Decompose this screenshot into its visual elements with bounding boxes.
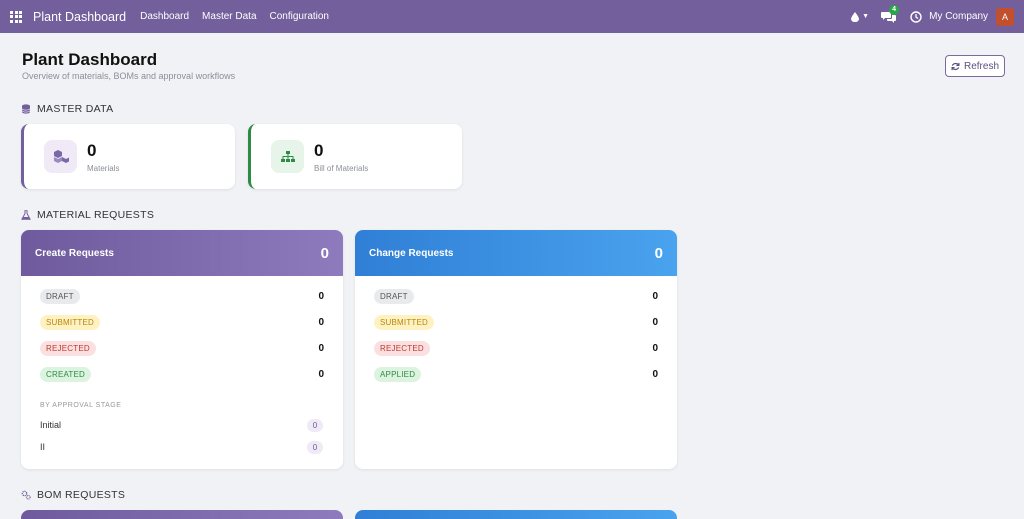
panel-count: 0 [654, 244, 663, 262]
bom-card[interactable]: 0 Bill of Materials [248, 124, 462, 189]
bom-change-panel[interactable] [355, 510, 677, 519]
menu-item-dashboard[interactable]: Dashboard [140, 11, 189, 22]
bom-label: Bill of Materials [314, 164, 369, 173]
state-row[interactable]: REJECTED 0 [40, 339, 324, 357]
state-row[interactable]: CREATED 0 [40, 365, 324, 383]
change-requests-header[interactable]: Change Requests 0 [355, 230, 677, 276]
hierarchy-icon [271, 140, 304, 173]
state-count: 0 [652, 342, 658, 354]
state-count: 0 [318, 342, 324, 354]
main-menu: Dashboard Master Data Configuration [140, 11, 329, 22]
page-subtitle: Overview of materials, BOMs and approval… [22, 71, 236, 81]
section-title-label: MASTER DATA [37, 103, 114, 115]
status-badge: DRAFT [40, 288, 80, 304]
state-row[interactable]: SUBMITTED 0 [40, 313, 324, 331]
approval-stage-heading: BY APPROVAL STAGE [40, 402, 122, 409]
state-count: 0 [318, 368, 324, 380]
section-bom-requests: BOM REQUESTS [21, 489, 125, 501]
state-count: 0 [652, 316, 658, 328]
section-title-label: MATERIAL REQUESTS [37, 209, 155, 221]
cubes-icon [44, 140, 77, 173]
chevron-down-icon[interactable]: ▼ [862, 13, 869, 20]
section-material-requests: MATERIAL REQUESTS [21, 209, 154, 221]
create-requests-panel: Create Requests 0 DRAFT 0 SUBMITTED 0 RE… [21, 230, 343, 469]
panel-title: Create Requests [35, 247, 114, 259]
status-badge: DRAFT [374, 288, 414, 304]
clock-icon[interactable] [910, 10, 922, 23]
company-switcher[interactable]: My Company [929, 11, 988, 22]
drop-icon[interactable] [851, 11, 860, 22]
app-brand[interactable]: Plant Dashboard [33, 10, 126, 24]
status-badge: SUBMITTED [40, 314, 101, 330]
materials-count: 0 [87, 141, 97, 160]
state-count: 0 [652, 290, 658, 302]
bom-create-panel[interactable] [21, 510, 343, 519]
materials-card[interactable]: 0 Materials [21, 124, 235, 189]
stage-row[interactable]: II 0 [40, 440, 323, 454]
state-row[interactable]: SUBMITTED 0 [374, 313, 658, 331]
section-master-data: MASTER DATA [21, 103, 113, 115]
menu-item-configuration[interactable]: Configuration [270, 11, 329, 22]
state-row[interactable]: REJECTED 0 [374, 339, 658, 357]
stage-row[interactable]: Initial 0 [40, 418, 323, 432]
chat-badge: 4 [889, 4, 900, 15]
panel-count: 0 [320, 244, 329, 262]
avatar[interactable]: A [996, 7, 1014, 26]
status-badge: SUBMITTED [374, 314, 435, 330]
database-icon [21, 104, 31, 114]
cogs-icon [21, 490, 31, 500]
refresh-icon [951, 62, 960, 70]
refresh-button[interactable]: Refresh [945, 55, 1005, 77]
section-title-label: BOM REQUESTS [37, 489, 126, 501]
top-navbar: Plant Dashboard Dashboard Master Data Co… [0, 0, 1024, 33]
status-badge: CREATED [40, 366, 92, 382]
state-count: 0 [318, 290, 324, 302]
apps-grid-icon[interactable] [10, 10, 22, 23]
state-count: 0 [318, 316, 324, 328]
state-count: 0 [652, 368, 658, 380]
state-row[interactable]: APPLIED 0 [374, 365, 658, 383]
bom-count: 0 [314, 141, 324, 160]
refresh-label: Refresh [963, 60, 999, 72]
create-requests-header[interactable]: Create Requests 0 [21, 230, 343, 276]
stage-label: Initial [40, 420, 62, 430]
panel-title: Change Requests [369, 247, 454, 259]
stage-count: 0 [307, 418, 323, 432]
stage-label: II [40, 442, 46, 452]
state-row[interactable]: DRAFT 0 [40, 287, 324, 305]
chat-icon[interactable]: 4 [881, 4, 900, 23]
systray: ▼ 4 My Company A [851, 0, 1014, 33]
menu-item-master-data[interactable]: Master Data [202, 11, 256, 22]
status-badge: REJECTED [374, 340, 430, 356]
flask-icon [21, 210, 31, 220]
stage-count: 0 [307, 440, 323, 454]
status-badge: APPLIED [374, 366, 422, 382]
change-requests-panel: Change Requests 0 DRAFT 0 SUBMITTED 0 RE… [355, 230, 677, 469]
page-title: Plant Dashboard [22, 50, 158, 69]
state-row[interactable]: DRAFT 0 [374, 287, 658, 305]
materials-label: Materials [87, 164, 120, 173]
status-badge: REJECTED [40, 340, 96, 356]
